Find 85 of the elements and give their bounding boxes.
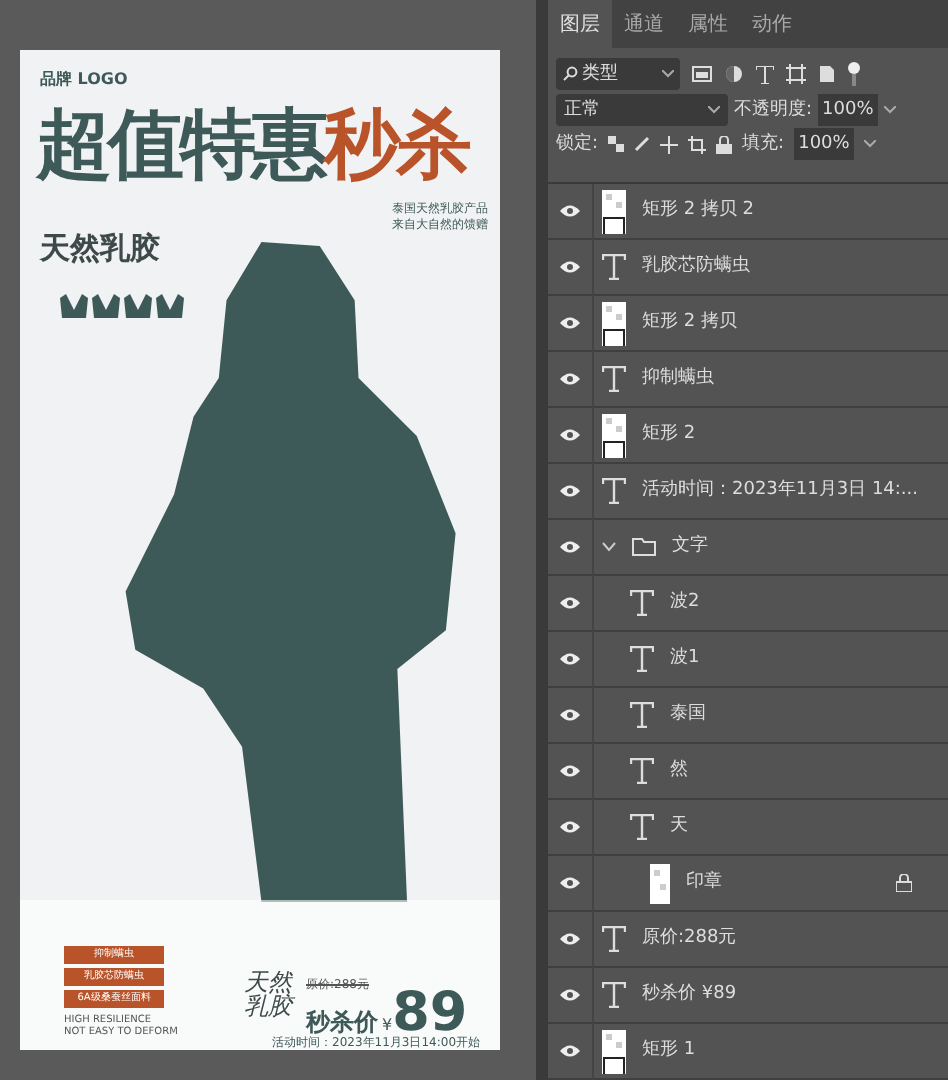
layer-row[interactable]: 矩形 2 [548,408,948,464]
layer-row[interactable]: 矩形 2 拷贝 2 [548,184,948,240]
adjustment-filter-icon[interactable] [724,64,744,85]
lock-label: 锁定: [556,131,599,158]
headline-text: 超值特惠 [36,98,324,190]
text-layer-icon [602,254,626,280]
panel-tab[interactable]: 属性 [676,0,740,48]
text-layer-icon [602,478,626,504]
visibility-eye-icon[interactable] [560,596,580,610]
transparent-thumbnail-icon [650,863,670,903]
layer-row[interactable]: 波2 [548,576,948,632]
visibility-eye-icon[interactable] [560,204,580,218]
search-icon [562,66,578,83]
visibility-eye-icon[interactable] [560,876,580,890]
visibility-eye-icon[interactable] [560,372,580,386]
bra-icons-drawing [60,294,188,322]
dropdown-icon [708,106,720,115]
image-filter-icon[interactable] [692,66,712,83]
move-icon[interactable] [660,135,679,154]
layer-row[interactable]: 乳胶芯防螨虫 [548,240,948,296]
text-layer-icon [630,702,654,728]
layer-row[interactable]: 矩形 2 拷贝 [548,296,948,352]
visibility-eye-icon[interactable] [560,932,580,946]
shape-thumbnail-icon [602,413,626,457]
fill-field[interactable]: 100% [794,128,854,161]
layer-row[interactable]: 泰国 [548,688,948,744]
layer-row[interactable]: 原价:288元 [548,912,948,968]
visibility-eye-icon[interactable] [560,540,580,554]
text-layer-icon [602,926,626,952]
shape-thumbnail-icon [602,1029,626,1073]
filter-toggle-icon[interactable] [848,62,860,87]
visibility-eye-icon[interactable] [560,820,580,834]
dropdown-icon [662,70,674,79]
folder-icon [632,538,656,556]
visibility-eye-icon[interactable] [560,764,580,778]
blend-mode-dropdown[interactable]: 正常 [556,94,728,127]
text-layer-icon [630,590,654,616]
text-layer-icon [630,758,654,784]
text-layer-icon [630,814,654,840]
fill-label: 填充: [742,131,785,158]
opacity-field[interactable]: 100% [818,94,878,127]
badge-title: 天然乳胶 [40,228,160,270]
brush-icon[interactable] [634,136,651,153]
visibility-eye-icon[interactable] [560,988,580,1002]
text-layer-icon [630,646,654,672]
smart-object-filter-icon[interactable] [818,64,836,85]
currency-sign: ¥ [382,1014,393,1036]
visibility-eye-icon[interactable] [560,428,580,442]
layer-row[interactable]: 然 [548,744,948,800]
logo-script-text: 天然 [244,970,292,994]
shape-filter-icon[interactable] [786,64,806,85]
panel-tab[interactable]: 动作 [740,0,804,48]
dropdown-icon[interactable] [883,106,896,115]
visibility-eye-icon[interactable] [560,708,580,722]
panel-tab[interactable]: 图层 [548,0,612,48]
text-layer-icon [602,982,626,1008]
layer-row[interactable]: 抑制螨虫 [548,352,948,408]
layer-row[interactable]: 印章 [548,856,948,912]
shape-thumbnail-icon [602,301,626,345]
layer-row[interactable]: 矩形 1 [548,1024,948,1080]
layer-row[interactable]: 天 [548,800,948,856]
layer-row[interactable]: 文字 [548,520,948,576]
visibility-eye-icon[interactable] [560,316,580,330]
shape-thumbnail-icon [602,189,626,233]
type-filter-icon[interactable] [756,65,774,84]
opacity-label: 不透明度: [734,97,813,124]
dropdown-icon[interactable] [863,140,876,149]
lock-icon[interactable] [716,135,733,154]
crop-icon[interactable] [688,135,707,154]
expand-caret-icon[interactable] [602,542,616,552]
sale-label: 秒杀价 [306,1006,378,1036]
text-layer-icon [602,366,626,392]
layer-row[interactable]: 秒杀价 ¥89 [548,968,948,1024]
layer-row[interactable]: 活动时间：2023年11月3日 14:... [548,464,948,520]
visibility-eye-icon[interactable] [560,484,580,498]
panel-tab[interactable]: 通道 [612,0,676,48]
visibility-eye-icon[interactable] [560,1044,580,1058]
headline-accent-text: 秒杀 [324,98,468,190]
visibility-eye-icon[interactable] [560,260,580,274]
filter-dropdown[interactable]: 类型 [556,58,680,91]
layer-row[interactable]: 波1 [548,632,948,688]
visibility-eye-icon[interactable] [560,652,580,666]
logo-script-text: 乳胶 [244,994,292,1018]
brand-logo: 品牌 LOGO [40,68,128,92]
checkerboard-icon[interactable] [608,136,625,153]
